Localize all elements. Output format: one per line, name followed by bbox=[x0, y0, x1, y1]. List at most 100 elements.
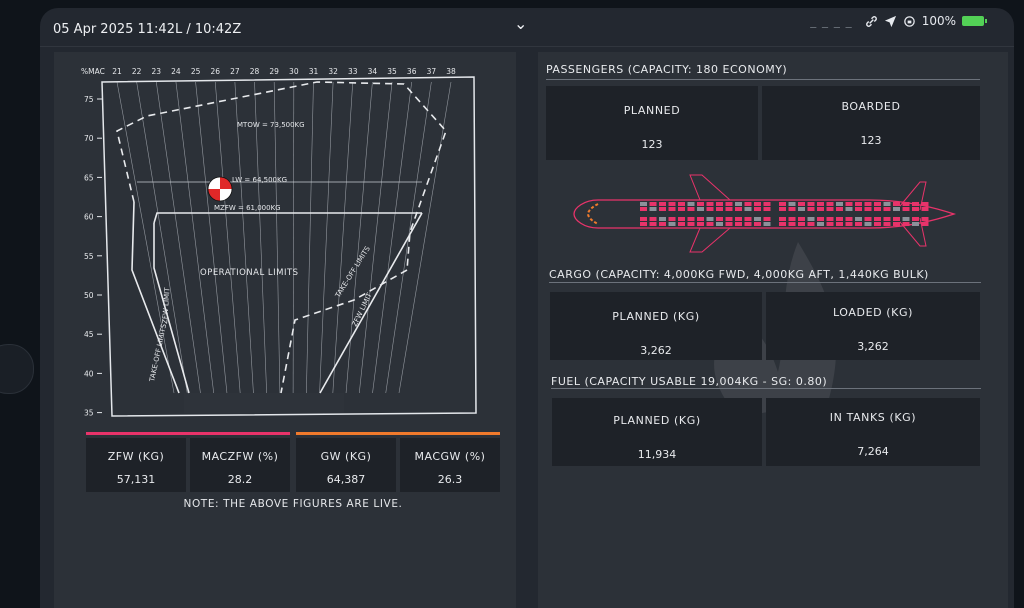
fuel-rule bbox=[551, 388, 981, 389]
seat bbox=[826, 217, 834, 221]
gw-cell: GW (KG) 64,387 bbox=[296, 438, 396, 492]
seat bbox=[754, 217, 761, 221]
seat bbox=[845, 207, 853, 211]
mac-tick-label: 22 bbox=[132, 67, 142, 76]
seat bbox=[836, 207, 843, 211]
maczfw-cell: MACZFW (%) 28.2 bbox=[190, 438, 290, 492]
aircraft-seatmap bbox=[573, 174, 957, 253]
seat bbox=[687, 222, 695, 226]
seat bbox=[826, 207, 834, 211]
seat bbox=[744, 202, 752, 206]
seat bbox=[864, 222, 872, 226]
weight-tick-labels: 75 70 65 60 55 50 45 40 35 bbox=[84, 95, 102, 418]
seat bbox=[763, 207, 771, 211]
gw-value: 64,387 bbox=[326, 473, 366, 486]
seat bbox=[864, 217, 872, 221]
seat bbox=[921, 222, 929, 226]
seat bbox=[788, 222, 796, 226]
macgw-label: MACGW (%) bbox=[414, 450, 486, 463]
seat bbox=[893, 207, 900, 211]
seat bbox=[826, 222, 834, 226]
seat bbox=[659, 217, 666, 221]
takeoff-limits-right-label: TAKE-OFF LIMITS bbox=[333, 244, 372, 299]
seat bbox=[874, 222, 881, 226]
seat bbox=[697, 207, 704, 211]
mac-tick-label: 27 bbox=[230, 67, 240, 76]
seat bbox=[697, 222, 704, 226]
seat bbox=[706, 222, 714, 226]
seat bbox=[640, 217, 647, 221]
seat bbox=[874, 207, 881, 211]
link-icon bbox=[865, 15, 877, 27]
seat bbox=[687, 217, 695, 221]
mzfw-label: MZFW = 61,000KG bbox=[214, 204, 281, 212]
chevron-down-icon[interactable]: ⌄ bbox=[514, 14, 527, 33]
mac-grid-line bbox=[319, 81, 334, 394]
seat bbox=[754, 202, 761, 206]
seat bbox=[883, 217, 891, 221]
seat bbox=[716, 202, 723, 206]
mac-tick-label: 28 bbox=[250, 67, 260, 76]
maczfw-value: 28.2 bbox=[227, 473, 253, 486]
mac-tick-label: 31 bbox=[309, 67, 319, 76]
seat bbox=[659, 222, 666, 226]
seat bbox=[640, 202, 647, 206]
seat bbox=[807, 222, 815, 226]
operational-limits-label: OPERATIONAL LIMITS bbox=[200, 268, 299, 278]
mzfw-line bbox=[153, 212, 422, 224]
mac-tick-label: 38 bbox=[446, 67, 456, 76]
cg-envelope-chart: %MAC 21 22 23 24 25 26 27 28 29 30 31 32 33 34 35 36 37 3… bbox=[81, 67, 477, 418]
cg-marker-icon bbox=[207, 176, 233, 202]
fuel-planned-value: 11,934 bbox=[637, 448, 677, 461]
battery-percent: 100% bbox=[921, 14, 956, 28]
seat bbox=[807, 202, 815, 206]
seat bbox=[902, 222, 910, 226]
weight-tick-label: 55 bbox=[84, 252, 94, 261]
weight-tick-label: 75 bbox=[84, 95, 94, 104]
passengers-boarded-value: 123 bbox=[860, 134, 882, 147]
zfw-limit-right bbox=[319, 212, 423, 394]
seat bbox=[735, 217, 742, 221]
seat bbox=[864, 202, 872, 206]
seat bbox=[845, 217, 853, 221]
seat bbox=[845, 202, 853, 206]
seat bbox=[902, 202, 910, 206]
seat bbox=[716, 207, 723, 211]
macgw-value: 26.3 bbox=[437, 473, 463, 486]
fuel-in-tanks-value: 7,264 bbox=[857, 445, 889, 458]
fuel-planned-label: PLANNED (KG) bbox=[613, 414, 701, 427]
seat bbox=[798, 217, 805, 221]
zfw-limit-left-label: ZFW LIMIT bbox=[161, 287, 172, 325]
mac-tick-label: 33 bbox=[348, 67, 358, 76]
seat bbox=[921, 202, 929, 206]
seat bbox=[706, 202, 714, 206]
seat-grid bbox=[640, 202, 929, 226]
seat bbox=[912, 222, 919, 226]
seat bbox=[649, 207, 657, 211]
seat bbox=[893, 222, 900, 226]
live-figures-note: NOTE: THE ABOVE FIGURES ARE LIVE. bbox=[183, 498, 403, 510]
seat bbox=[817, 217, 824, 221]
seat bbox=[754, 207, 761, 211]
seat bbox=[725, 202, 733, 206]
seat bbox=[687, 202, 695, 206]
weight-tick-label: 65 bbox=[84, 173, 94, 182]
seat bbox=[817, 202, 824, 206]
cargo-loaded-card: LOADED (KG) 3,262 bbox=[766, 292, 980, 360]
seat bbox=[817, 222, 824, 226]
seat bbox=[678, 207, 685, 211]
mac-tick-label: 25 bbox=[191, 67, 201, 76]
signal-dashes: _ _ _ _ bbox=[810, 14, 853, 28]
mac-tick-label: 35 bbox=[387, 67, 397, 76]
location-arrow-icon bbox=[884, 15, 896, 27]
status-indicators: _ _ _ _ 100% bbox=[810, 14, 987, 28]
mac-tick-label: 26 bbox=[210, 67, 220, 76]
zfw-value: 57,131 bbox=[116, 473, 156, 486]
cargo-rule bbox=[549, 282, 981, 283]
weight-tick-label: 35 bbox=[84, 409, 94, 418]
cargo-title: CARGO (CAPACITY: 4,000KG FWD, 4,000KG AF… bbox=[549, 268, 929, 281]
seat bbox=[640, 222, 647, 226]
cargo-loaded-label: LOADED (KG) bbox=[832, 306, 914, 319]
seat bbox=[649, 217, 657, 221]
mac-tick-label: 29 bbox=[269, 67, 279, 76]
